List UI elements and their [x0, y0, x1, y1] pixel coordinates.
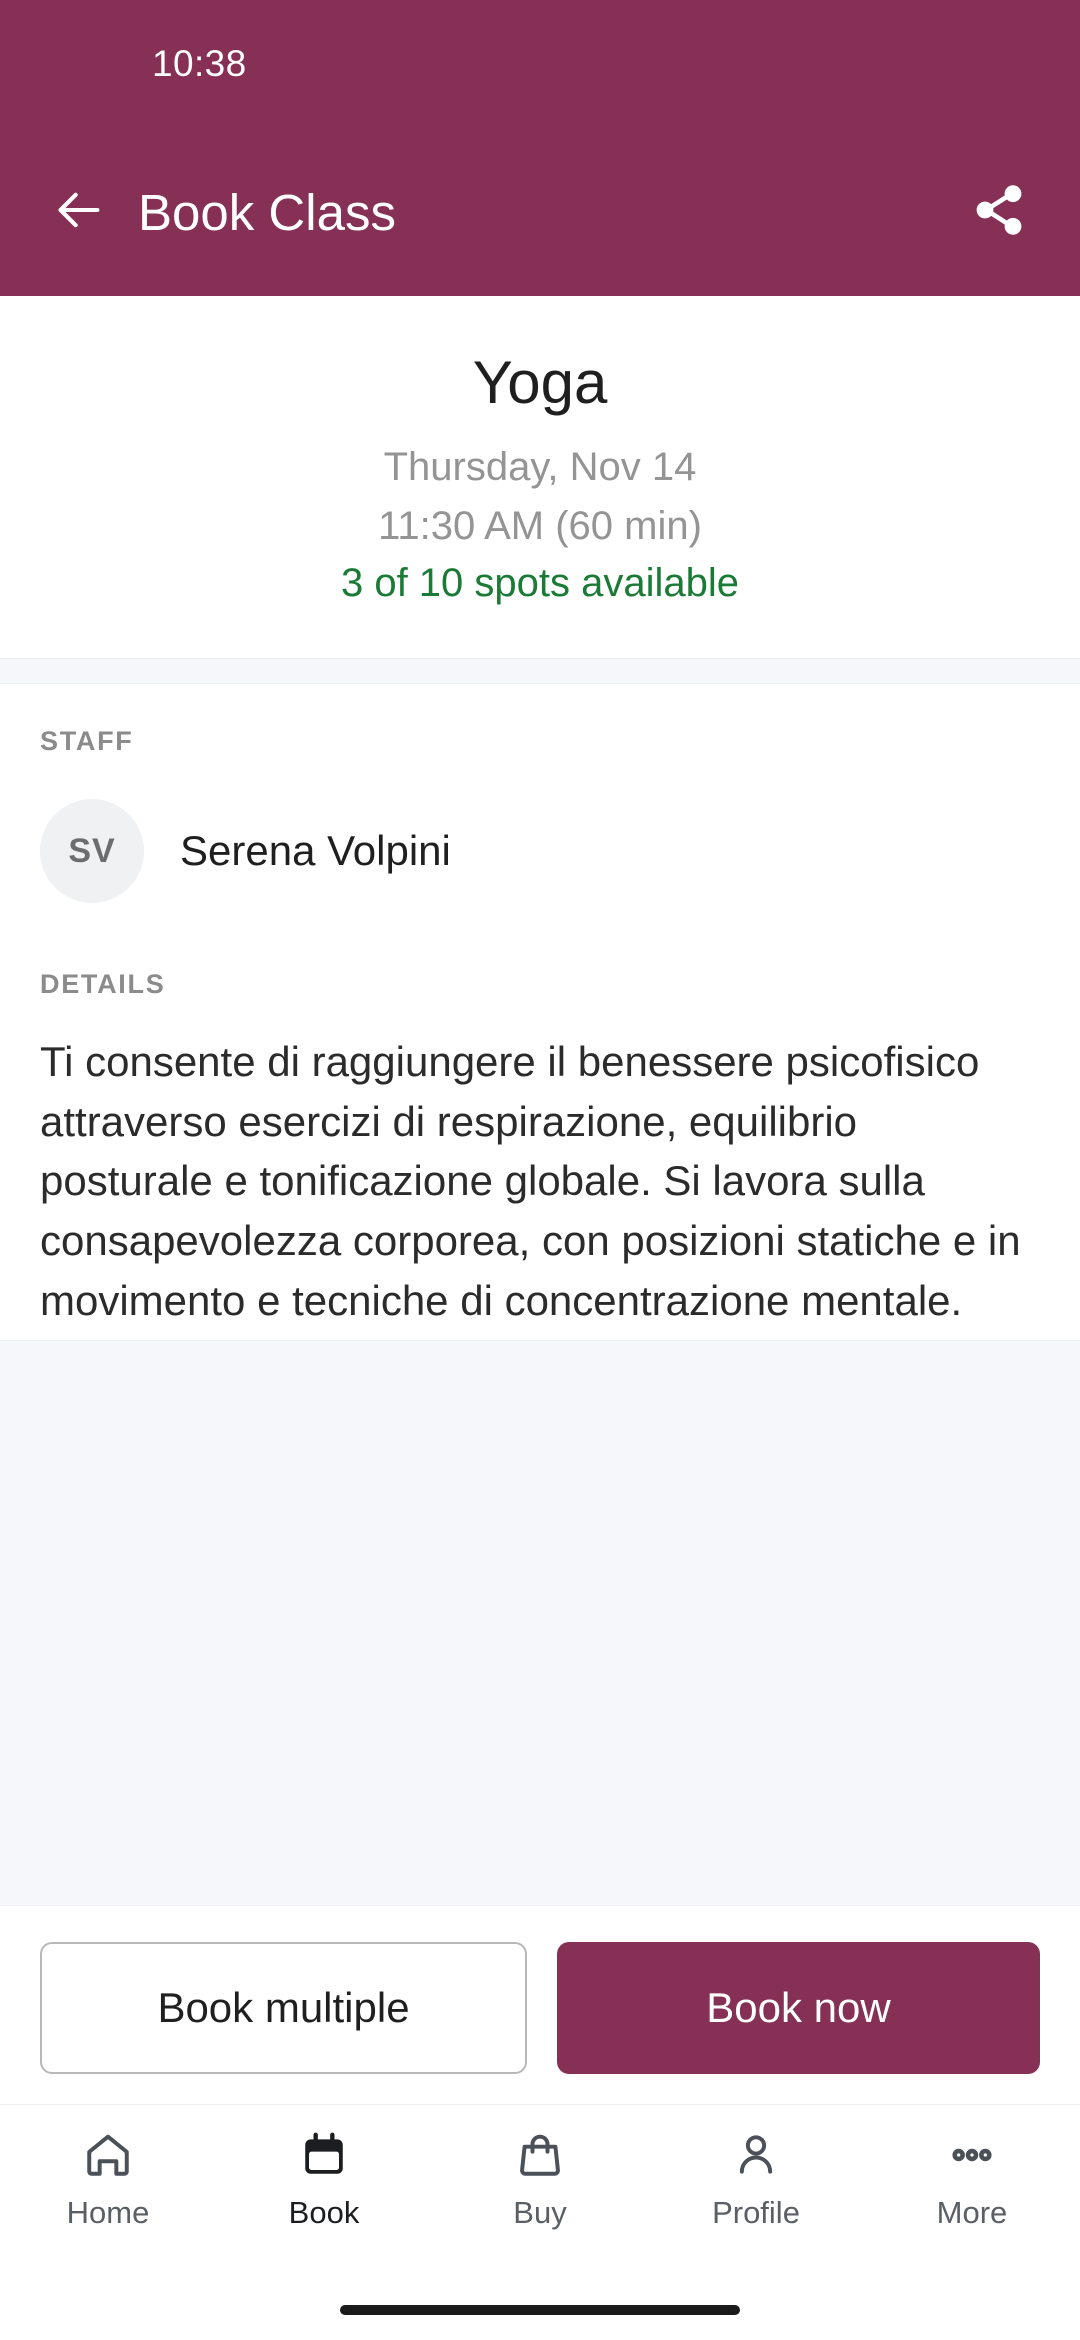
status-bar-clock: 10:38: [152, 43, 247, 84]
back-button[interactable]: [48, 180, 112, 244]
person-icon: [731, 2127, 781, 2183]
home-icon: [83, 2127, 133, 2183]
bottom-navigation: Home Book Buy Profile More: [0, 2104, 1080, 2280]
details-label: DETAILS: [40, 969, 166, 999]
app-bar: 10:38 Book Class: [0, 0, 1080, 296]
nav-item-profile[interactable]: Profile: [648, 2127, 864, 2231]
nav-label-home: Home: [66, 2195, 150, 2230]
nav-item-home[interactable]: Home: [0, 2127, 216, 2231]
status-bar: 10:38: [0, 0, 1080, 128]
avatar: SV: [40, 799, 144, 903]
app-bar-row: Book Class: [0, 128, 1080, 296]
staff-label: STAFF: [40, 726, 134, 756]
nav-item-more[interactable]: More: [864, 2127, 1080, 2231]
home-indicator[interactable]: [340, 2305, 740, 2315]
content-filler: [0, 1340, 1080, 1906]
class-name: Yoga: [472, 349, 608, 416]
staff-row[interactable]: SV Serena Volpini: [40, 757, 1040, 903]
book-multiple-button[interactable]: Book multiple: [40, 1942, 527, 2074]
nav-label-buy: Buy: [513, 2195, 567, 2230]
action-bar: Book multiple Book now: [0, 1906, 1080, 2104]
details-description: Ti consente di raggiungere il benessere …: [40, 1038, 1021, 1324]
nav-item-buy[interactable]: Buy: [432, 2127, 648, 2231]
nav-label-book: Book: [288, 2195, 360, 2230]
calendar-icon: [299, 2127, 349, 2183]
nav-item-book[interactable]: Book: [216, 2127, 432, 2231]
nav-label-more: More: [936, 2195, 1008, 2230]
app-screen: 10:38 Book Class Yoga Thursday, Nov 14 1…: [0, 0, 1080, 2340]
staff-name: Serena Volpini: [180, 827, 451, 874]
arrow-left-icon: [54, 184, 106, 241]
page-title: Book Class: [138, 183, 396, 241]
share-button[interactable]: [964, 177, 1034, 247]
spots-available: 3 of 10 spots available: [340, 561, 740, 605]
nav-label-profile: Profile: [712, 2195, 800, 2230]
class-time: 11:30 AM (60 min): [378, 504, 702, 548]
book-now-button[interactable]: Book now: [557, 1942, 1040, 2074]
class-date: Thursday, Nov 14: [383, 445, 697, 489]
home-indicator-area: [0, 2280, 1080, 2340]
ellipsis-icon: [947, 2127, 997, 2183]
section-divider: [0, 658, 1080, 684]
class-summary: Yoga Thursday, Nov 14 11:30 AM (60 min) …: [0, 296, 1080, 658]
share-icon: [971, 182, 1027, 243]
class-info-section: STAFF SV Serena Volpini DETAILS Ti conse…: [0, 684, 1080, 1341]
bag-icon: [515, 2127, 565, 2183]
